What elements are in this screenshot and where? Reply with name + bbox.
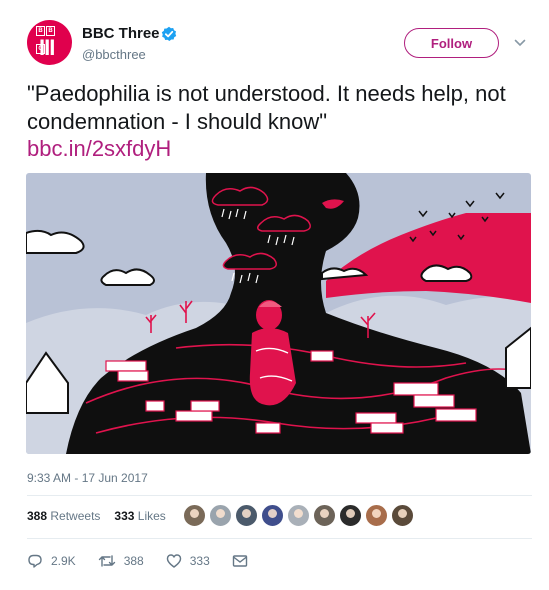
liker-avatar[interactable] — [261, 504, 284, 527]
likes-stat[interactable]: 333 Likes — [114, 509, 165, 523]
divider — [27, 495, 532, 496]
like-count: 333 — [189, 554, 210, 568]
tweet-image[interactable] — [26, 173, 531, 454]
reply-icon — [28, 554, 42, 568]
retweets-stat[interactable]: 388 Retweets — [27, 509, 100, 523]
retweet-icon — [98, 555, 115, 567]
illustration — [26, 173, 531, 454]
liker-avatars — [183, 504, 414, 527]
account-avatar[interactable]: B BC III — [27, 20, 72, 65]
liker-avatar[interactable] — [365, 504, 388, 527]
engagement-stats: 388 Retweets 333 Likes — [27, 509, 166, 523]
heart-icon — [166, 554, 181, 568]
reply-button[interactable]: 2.9K — [27, 553, 76, 569]
bbc-logo: B BC — [36, 26, 63, 54]
tweet-text: "Paedophilia is not understood. It needs… — [27, 81, 506, 134]
like-button[interactable]: 333 — [166, 553, 210, 569]
tweet-timestamp[interactable]: 9:33 AM - 17 Jun 2017 — [27, 471, 148, 485]
chevron-down-icon[interactable] — [514, 38, 526, 48]
retweet-button[interactable]: 388 — [98, 553, 144, 569]
reply-count: 2.9K — [51, 554, 76, 568]
tweet-actions: 2.9K 388 333 — [27, 553, 270, 569]
verified-badge-icon — [161, 26, 177, 41]
display-name[interactable]: BBC Three — [82, 25, 160, 42]
retweet-count: 388 — [123, 554, 144, 568]
account-handle[interactable]: @bbcthree — [82, 47, 146, 62]
divider — [27, 538, 532, 539]
liker-avatar[interactable] — [209, 504, 232, 527]
liker-avatar[interactable] — [339, 504, 362, 527]
liker-avatar[interactable] — [287, 504, 310, 527]
liker-avatar[interactable] — [235, 504, 258, 527]
liker-avatar[interactable] — [313, 504, 336, 527]
envelope-icon — [232, 555, 247, 567]
follow-button[interactable]: Follow — [404, 28, 499, 58]
liker-avatar[interactable] — [391, 504, 414, 527]
bbc-three-mark: III — [39, 35, 55, 60]
liker-avatar[interactable] — [183, 504, 206, 527]
tweet-link[interactable]: bbc.in/2sxfdyH — [27, 135, 171, 163]
direct-message-button[interactable] — [232, 554, 248, 568]
